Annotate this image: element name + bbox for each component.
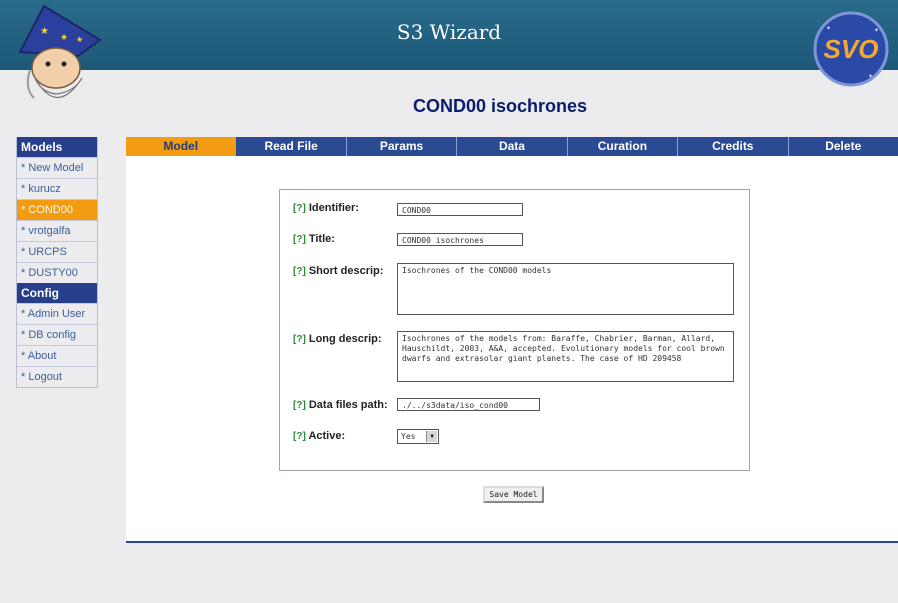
tab-model[interactable]: Model <box>126 137 237 156</box>
sidebar-item-new-model[interactable]: * New Model <box>17 157 97 178</box>
tab-params[interactable]: Params <box>347 137 458 156</box>
models-header: Models <box>17 137 97 157</box>
short-descrip-label: [?] Short descrip: <box>293 265 384 277</box>
sidebar-item-dusty00[interactable]: * DUSTY00 <box>17 262 97 283</box>
tab-data[interactable]: Data <box>457 137 568 156</box>
title-help-link[interactable]: [?] <box>293 234 306 245</box>
sidebar-item-kurucz[interactable]: * kurucz <box>17 178 97 199</box>
tab-bar: Model Read File Params Data Curation Cre… <box>126 137 898 156</box>
title-label: [?] Title: <box>293 233 335 245</box>
long-descrip-help-link[interactable]: [?] <box>293 334 306 345</box>
sidebar-item-logout[interactable]: * Logout <box>17 366 97 387</box>
sidebar-item-db-config[interactable]: * DB config <box>17 324 97 345</box>
tab-delete[interactable]: Delete <box>789 137 898 156</box>
config-header: Config <box>17 283 97 303</box>
long-descrip-label: [?] Long descrip: <box>293 333 382 345</box>
tab-credits[interactable]: Credits <box>678 137 789 156</box>
sidebar: Models * New Model * kurucz * COND00 * v… <box>16 137 98 388</box>
svg-text:✦: ✦ <box>874 27 879 34</box>
identifier-field[interactable]: COND00 <box>397 203 523 216</box>
tab-curation[interactable]: Curation <box>568 137 679 156</box>
data-files-path-field[interactable]: ./../s3data/iso_cond00 <box>397 398 540 411</box>
active-label: [?] Active: <box>293 430 346 442</box>
svg-text:★: ★ <box>60 33 68 43</box>
svg-text:★: ★ <box>76 35 83 44</box>
sidebar-item-urcps[interactable]: * URCPS <box>17 241 97 262</box>
active-select-value: Yes <box>401 432 416 441</box>
short-descrip-textarea[interactable]: Isochrones of the COND00 models <box>397 263 734 315</box>
svo-logo: SVO ✦ ✦ ✦ <box>813 11 889 87</box>
active-select[interactable]: Yes ▼ <box>397 429 439 444</box>
sidebar-item-vrotgalfa[interactable]: * vrotgalfa <box>17 220 97 241</box>
page-title: COND00 isochrones <box>412 96 588 116</box>
sidebar-item-admin-user[interactable]: * Admin User <box>17 303 97 324</box>
app-title: S3 Wizard <box>396 20 502 44</box>
title-field[interactable]: COND00 isochrones <box>397 233 523 246</box>
save-model-button[interactable]: Save Model <box>483 486 544 503</box>
svg-text:✦: ✦ <box>826 25 831 32</box>
svo-logo-text: SVO <box>824 34 879 64</box>
sidebar-item-about[interactable]: * About <box>17 345 97 366</box>
active-help-link[interactable]: [?] <box>293 431 306 442</box>
data-files-path-help-link[interactable]: [?] <box>293 400 306 411</box>
identifier-help-link[interactable]: [?] <box>293 203 306 214</box>
svg-text:✦: ✦ <box>868 73 873 80</box>
svg-text:★: ★ <box>40 26 49 37</box>
sidebar-item-cond00[interactable]: * COND00 <box>17 199 97 220</box>
wizard-logo: ★ ★ ★ <box>18 4 102 99</box>
data-files-path-label: [?] Data files path: <box>293 399 388 411</box>
tab-read-file[interactable]: Read File <box>236 137 347 156</box>
model-form <box>279 189 750 471</box>
long-descrip-textarea[interactable]: Isochrones of the models from: Baraffe, … <box>397 331 734 382</box>
identifier-label: [?] Identifier: <box>293 202 359 214</box>
dropdown-arrow-icon[interactable]: ▼ <box>426 431 437 442</box>
short-descrip-help-link[interactable]: [?] <box>293 266 306 277</box>
